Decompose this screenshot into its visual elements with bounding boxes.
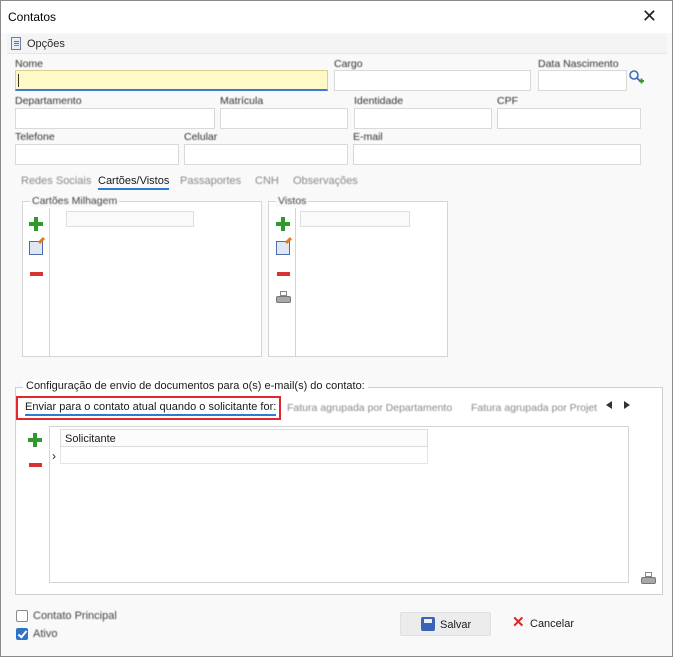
- tab-cnh[interactable]: CNH: [255, 175, 279, 187]
- vistos-title: Vistos: [276, 195, 309, 207]
- config-envio-title: Configuração de envio de documentos para…: [23, 380, 368, 392]
- departamento-label: Departamento: [15, 95, 82, 107]
- tab-redes-sociais[interactable]: Redes Sociais: [21, 175, 91, 187]
- text-caret: [18, 74, 19, 87]
- tab-observacoes[interactable]: Observações: [293, 175, 358, 187]
- menu-bar: Opções: [7, 34, 667, 54]
- celular-input[interactable]: [184, 144, 348, 165]
- options-menu[interactable]: Opções: [27, 38, 65, 50]
- add-visto-plus-icon[interactable]: [276, 217, 290, 231]
- vistos-grid-header: [300, 211, 410, 227]
- print-visto-printer-icon[interactable]: [276, 291, 291, 304]
- x-icon: ✕: [512, 614, 525, 631]
- add-solicitante-plus-icon[interactable]: [28, 433, 42, 447]
- remove-solicitante-minus-icon[interactable]: [29, 463, 42, 467]
- window-title: Contatos: [8, 10, 57, 24]
- solicitante-column-header[interactable]: Solicitante: [60, 429, 428, 447]
- ativo-checkbox[interactable]: [16, 628, 28, 640]
- matricula-input[interactable]: [220, 108, 348, 129]
- edit-visto-icon[interactable]: [276, 241, 290, 255]
- print-config-printer-icon[interactable]: [641, 572, 656, 585]
- departamento-input[interactable]: [15, 108, 215, 129]
- celular-label: Celular: [184, 131, 218, 143]
- save-button-label: Salvar: [440, 619, 472, 631]
- save-button[interactable]: Salvar: [400, 612, 491, 636]
- identidade-label: Identidade: [354, 95, 404, 107]
- solicitante-grid[interactable]: Solicitante ›: [49, 426, 629, 583]
- matricula-label: Matrícula: [220, 95, 264, 107]
- tab-cartoes-vistos[interactable]: Cartões/Vistos: [98, 175, 170, 190]
- cpf-label: CPF: [497, 95, 518, 107]
- cargo-label: Cargo: [334, 58, 363, 70]
- telefone-label: Telefone: [15, 131, 55, 143]
- highlight-box: Enviar para o contato atual quando o sol…: [16, 396, 281, 420]
- add-cartao-plus-icon[interactable]: [29, 217, 43, 231]
- cartoes-grid-header: [66, 211, 194, 227]
- email-input[interactable]: [353, 144, 641, 165]
- options-menu-icon[interactable]: [11, 37, 21, 50]
- contacts-window: Contatos ✕ Opções Nome Cargo Data Nascim…: [0, 0, 673, 657]
- tab-fatura-departamento[interactable]: Fatura agrupada por Departamento: [287, 402, 452, 414]
- nome-input[interactable]: [15, 70, 328, 91]
- ativo-label: Ativo: [33, 628, 58, 640]
- cpf-input[interactable]: [497, 108, 641, 129]
- tab-fatura-projeto[interactable]: Fatura agrupada por Projet: [471, 402, 603, 414]
- remove-cartao-minus-icon[interactable]: [30, 272, 43, 276]
- cargo-input[interactable]: [334, 70, 531, 91]
- cancel-button[interactable]: ✕ Cancelar: [506, 612, 586, 636]
- data-nascimento-label: Data Nascimento: [538, 58, 619, 70]
- tab-scroll-right-icon[interactable]: [624, 401, 630, 409]
- tab-enviar-contato-atual[interactable]: Enviar para o contato atual quando o sol…: [25, 401, 277, 416]
- edit-cartao-icon[interactable]: [29, 241, 43, 255]
- remove-visto-minus-icon[interactable]: [277, 272, 290, 276]
- email-label: E-mail: [353, 131, 383, 143]
- search-contact-icon[interactable]: [628, 69, 644, 85]
- close-icon[interactable]: ✕: [642, 6, 657, 27]
- floppy-icon: [421, 617, 435, 631]
- tab-scroll-left-icon[interactable]: [606, 401, 612, 409]
- contato-principal-label: Contato Principal: [33, 610, 117, 622]
- data-nascimento-input[interactable]: [538, 70, 627, 91]
- contato-principal-checkbox[interactable]: [16, 610, 28, 622]
- cartoes-milhagem-title: Cartões Milhagem: [30, 195, 120, 207]
- vistos-grid[interactable]: [295, 208, 447, 356]
- identidade-input[interactable]: [354, 108, 492, 129]
- table-row[interactable]: [60, 447, 428, 464]
- nome-label: Nome: [15, 58, 44, 70]
- telefone-input[interactable]: [15, 144, 179, 165]
- title-bar: Contatos ✕: [1, 1, 672, 33]
- cartoes-grid[interactable]: [49, 208, 261, 356]
- row-indicator-chevron-icon: ›: [52, 449, 56, 463]
- tab-passaportes[interactable]: Passaportes: [180, 175, 241, 187]
- cancel-button-label: Cancelar: [530, 618, 575, 630]
